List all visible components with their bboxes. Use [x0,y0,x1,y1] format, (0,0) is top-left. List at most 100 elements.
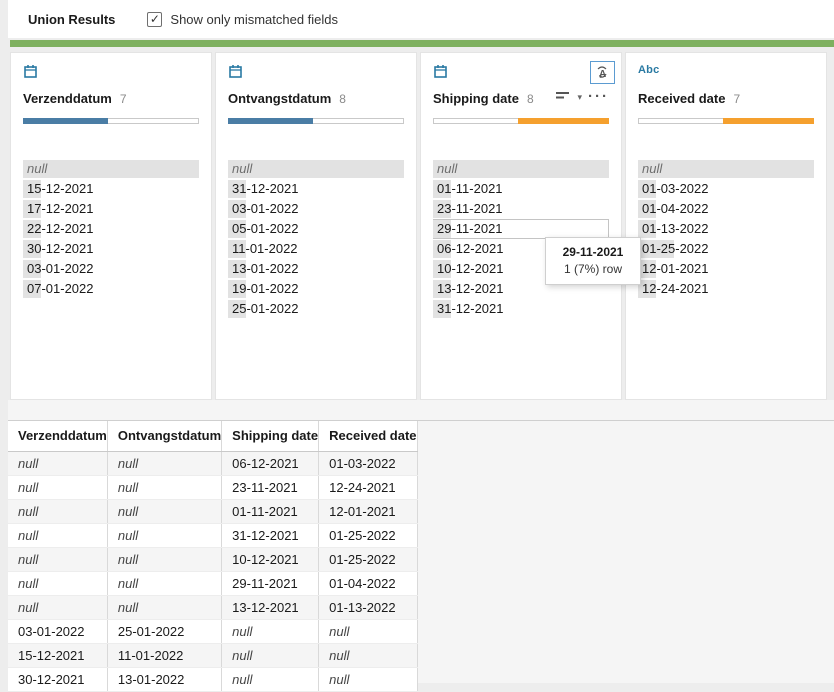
recommendation-icon[interactable]: A [590,61,615,84]
grid-row[interactable]: nullnull29-11-202101-04-2022 [8,571,417,595]
value-label: 05-01-2022 [228,221,299,236]
more-options-icon[interactable]: ··· [588,92,609,102]
grid-row[interactable]: 03-01-202225-01-2022nullnull [8,619,417,643]
value-label: 11-01-2022 [228,241,298,256]
calendar-icon[interactable] [23,64,38,79]
card-icon-row [228,53,404,83]
grid-cell: 10-12-2021 [222,547,319,571]
checkbox-icon[interactable]: ✓ [147,12,162,27]
field-card-verzenddatum[interactable]: Verzenddatum7null15-12-202117-12-202122-… [10,52,212,400]
field-card-received-date[interactable]: AbcReceived date7null01-03-202201-04-202… [625,52,827,400]
grid-cell-null: null [222,619,319,643]
field-name: Received date [638,91,725,106]
value-row[interactable]: 17-12-2021 [23,199,199,219]
grid-cell: 31-12-2021 [222,523,319,547]
field-card-shipping-date[interactable]: A Shipping date8 ▾···null01-11-202123-11… [420,52,622,400]
value-row-null[interactable]: null [228,159,404,179]
grid-column-header[interactable]: Ontvangstdatum [107,421,221,451]
value-label: 03-01-2022 [228,201,299,216]
value-row[interactable]: 19-01-2022 [228,279,404,299]
tooltip-value: 29-11-2021 [552,245,634,259]
show-mismatched-toggle[interactable]: ✓ Show only mismatched fields [147,12,338,27]
value-row[interactable]: 30-12-2021 [23,239,199,259]
value-frequency-bar [23,160,199,178]
grid-row[interactable]: nullnull23-11-202112-24-2021 [8,475,417,499]
grid-cell-null: null [107,571,221,595]
value-row[interactable]: 12-24-2021 [638,279,814,299]
value-label: 06-12-2021 [433,241,504,256]
value-label: 17-12-2021 [23,201,94,216]
value-label: 01-11-2021 [433,181,503,196]
value-row[interactable]: 01-04-2022 [638,199,814,219]
value-row[interactable]: 25-01-2022 [228,299,404,319]
value-row[interactable]: 01-13-2022 [638,219,814,239]
grid-cell: 29-11-2021 [222,571,319,595]
grid-cell-null: null [222,643,319,667]
grid-cell: 01-25-2022 [319,523,417,547]
value-row[interactable]: 15-12-2021 [23,179,199,199]
value-row[interactable]: 01-03-2022 [638,179,814,199]
grid-cell-null: null [8,451,107,475]
grid-cell-null: null [319,643,417,667]
string-icon[interactable]: Abc [638,64,659,76]
field-value-count: 8 [339,92,346,106]
grid-cell-null: null [107,475,221,499]
field-card-ontvangstdatum[interactable]: Ontvangstdatum8null31-12-202103-01-20220… [215,52,417,400]
grid-row[interactable]: nullnull13-12-202101-13-2022 [8,595,417,619]
value-row[interactable]: 05-01-2022 [228,219,404,239]
grid-row[interactable]: 30-12-202113-01-2022nullnull [8,667,417,691]
grid-row[interactable]: nullnull31-12-202101-25-2022 [8,523,417,547]
value-row[interactable]: 31-12-2021 [433,299,609,319]
value-row[interactable]: 23-11-2021 [433,199,609,219]
grid-cell: 15-12-2021 [8,643,107,667]
value-row[interactable]: 03-01-2022 [23,259,199,279]
grid-cell: 13-01-2022 [107,667,221,691]
grid-cell: 11-01-2022 [107,643,221,667]
value-label: null [638,161,662,176]
value-row[interactable]: 13-01-2022 [228,259,404,279]
value-row[interactable]: 11-01-2022 [228,239,404,259]
grid-row[interactable]: nullnull10-12-202101-25-2022 [8,547,417,571]
sort-icon[interactable] [555,91,571,103]
value-row[interactable]: 12-01-2021 [638,259,814,279]
value-row[interactable]: 01-11-2021 [433,179,609,199]
value-row-null[interactable]: null [433,159,609,179]
value-label: 12-24-2021 [638,281,709,296]
chevron-down-icon[interactable]: ▾ [577,92,582,103]
field-value-list: null15-12-2021 17-12-2021 22-12-2021 30-12-… [23,159,199,299]
value-label: 30-12-2021 [23,241,94,256]
value-row-null[interactable]: null [23,159,199,179]
value-label: 01-25-2022 [638,241,709,256]
calendar-icon[interactable] [433,64,448,79]
value-row[interactable]: 01-25-2022 [638,239,814,259]
value-row[interactable]: 03-01-2022 [228,199,404,219]
grid-column-header[interactable]: Received date [319,421,417,451]
value-row[interactable]: 29-11-2021 [433,219,609,239]
value-row[interactable]: 22-12-2021 [23,219,199,239]
value-label: 31-12-2021 [433,301,504,316]
grid-cell: 12-24-2021 [319,475,417,499]
grid-cell-null: null [319,667,417,691]
grid-row[interactable]: nullnull06-12-202101-03-2022 [8,451,417,475]
value-label: 22-12-2021 [23,221,94,236]
pane-header: Union Results ✓ Show only mismatched fie… [8,0,834,38]
value-row-null[interactable]: null [638,159,814,179]
tooltip-count: 1 (7%) row [552,262,634,276]
value-label: 07-01-2022 [23,281,94,296]
grid-column-header[interactable]: Verzenddatum [8,421,107,451]
grid-cell-null: null [107,451,221,475]
grid-column-header[interactable]: Shipping date [222,421,319,451]
value-row[interactable]: 31-12-2021 [228,179,404,199]
pane-title: Union Results [28,12,115,27]
value-label: 01-03-2022 [638,181,709,196]
field-value-count: 8 [527,92,534,106]
value-row[interactable]: 07-01-2022 [23,279,199,299]
grid-cell: 23-11-2021 [222,475,319,499]
grid-row[interactable]: 15-12-202111-01-2022nullnull [8,643,417,667]
grid-cell: 13-12-2021 [222,595,319,619]
value-label: 12-01-2021 [638,261,709,276]
grid-cell-null: null [8,571,107,595]
grid-cell-null: null [8,595,107,619]
calendar-icon[interactable] [228,64,243,79]
grid-row[interactable]: nullnull01-11-202112-01-2021 [8,499,417,523]
